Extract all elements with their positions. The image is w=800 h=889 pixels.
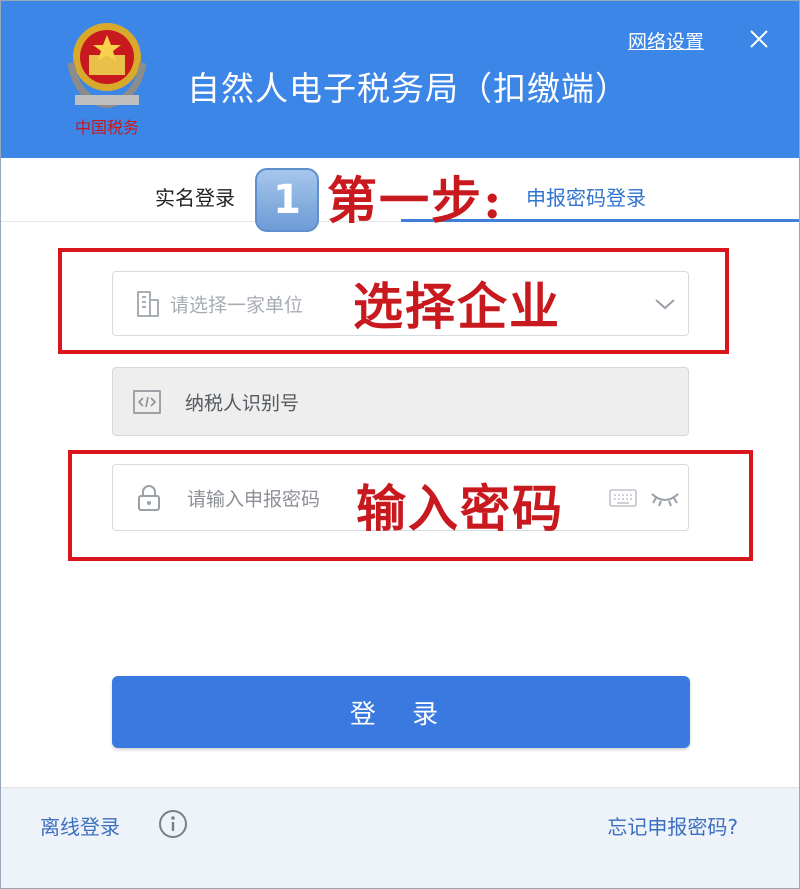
step-number-badge: 1 — [255, 168, 319, 232]
network-settings-link[interactable]: 网络设置 — [628, 27, 704, 54]
close-icon[interactable] — [747, 27, 771, 51]
tab-realname-login[interactable]: 实名登录 — [155, 182, 235, 211]
login-button[interactable]: 登 录 — [112, 676, 690, 748]
footer-bar: 离线登录 忘记申报密码? — [1, 787, 799, 888]
svg-text:中国税务: 中国税务 — [75, 118, 139, 137]
info-icon[interactable] — [158, 809, 188, 839]
taxpayer-id-field: 纳税人识别号 — [112, 367, 689, 436]
emblem-icon: 中国税务 — [67, 23, 147, 137]
login-window: 中国税务 自然人电子税务局（扣缴端） 网络设置 实名登录 申报密码登录 1 第一… — [0, 0, 800, 889]
offline-login-link[interactable]: 离线登录 — [40, 811, 120, 840]
annotation-box-password — [68, 450, 753, 561]
code-icon — [133, 389, 161, 414]
annotation-box-company — [58, 248, 729, 354]
forgot-password-link[interactable]: 忘记申报密码? — [607, 811, 738, 840]
annotation-step-one: 第一步: — [327, 171, 504, 230]
taxpayer-id-label: 纳税人识别号 — [185, 392, 300, 414]
header-bar: 中国税务 自然人电子税务局（扣缴端） 网络设置 — [1, 1, 799, 158]
tab-password-login[interactable]: 申报密码登录 — [526, 182, 646, 211]
app-title: 自然人电子税务局（扣缴端） — [187, 69, 629, 108]
